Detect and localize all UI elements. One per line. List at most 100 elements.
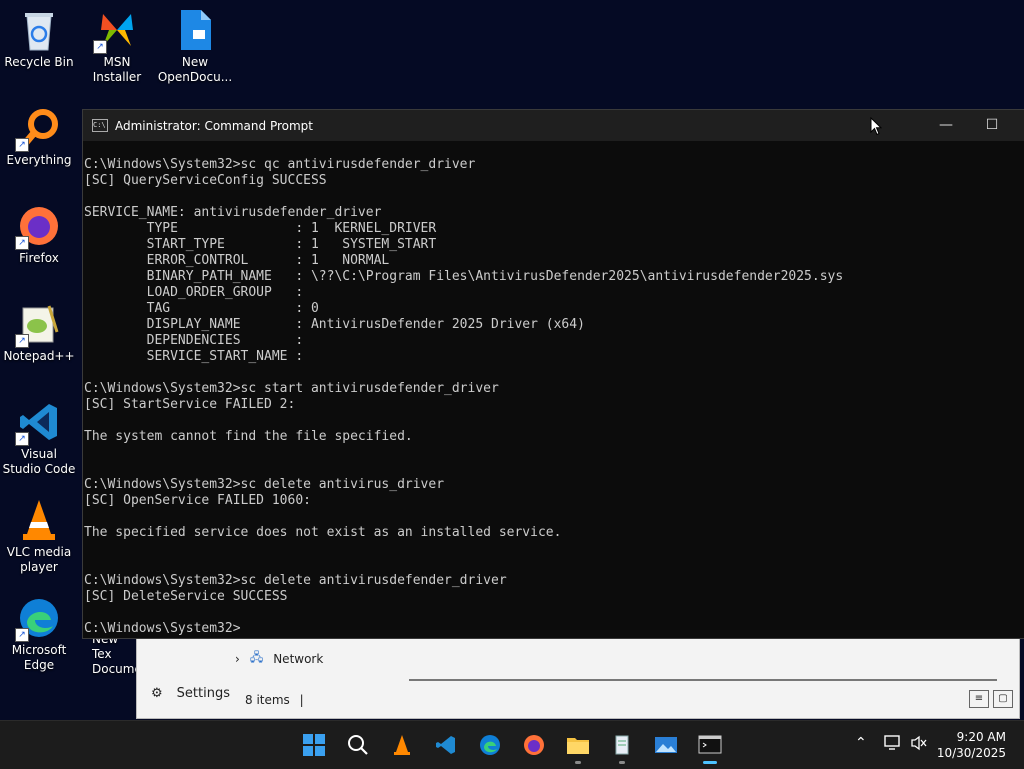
magnifier-icon: ↗ bbox=[15, 106, 61, 152]
console-line: SERVICE_NAME: antivirusdefender_driver bbox=[84, 205, 382, 220]
maximize-button[interactable]: ☐ bbox=[969, 110, 1015, 141]
horizontal-scrollbar[interactable] bbox=[409, 679, 997, 681]
desktop-icon-label: Notepad++ bbox=[3, 349, 75, 363]
desktop-icon-label: Firefox bbox=[19, 251, 59, 265]
console-line: START_TYPE : 1 SYSTEM_START bbox=[84, 237, 437, 252]
nav-item-label: Network bbox=[273, 651, 324, 666]
taskbar: ⌃ 9:20 AM 10/30/2025 bbox=[0, 720, 1024, 769]
notepad-icon bbox=[615, 735, 629, 755]
status-item-count: 8 items | bbox=[245, 693, 304, 707]
taskbar-firefox[interactable] bbox=[518, 730, 550, 760]
desktop-icon-label: New OpenDocu... bbox=[157, 55, 233, 84]
chevron-right-icon[interactable]: › bbox=[235, 652, 240, 666]
running-indicator bbox=[619, 761, 625, 764]
desktop-icon-label: Everything bbox=[6, 153, 72, 167]
shortcut-arrow-icon: ↗ bbox=[15, 334, 29, 348]
shortcut-arrow-icon: ↗ bbox=[15, 138, 29, 152]
folder-icon bbox=[567, 738, 589, 754]
taskbar-vscode[interactable] bbox=[430, 730, 462, 760]
console-line: [SC] StartService FAILED 2: bbox=[84, 397, 296, 412]
desktop-icon-recycle-bin[interactable]: Recycle Bin bbox=[1, 2, 77, 70]
console-line: [SC] QueryServiceConfig SUCCESS bbox=[84, 173, 327, 188]
minimize-button[interactable]: — bbox=[923, 110, 969, 141]
firefox-icon: ↗ bbox=[15, 204, 61, 250]
recycle-bin-icon bbox=[17, 8, 61, 52]
desktop-icon-notepad-plus-plus[interactable]: ↗ Notepad++ bbox=[1, 296, 77, 364]
shortcut-arrow-icon: ↗ bbox=[15, 236, 29, 250]
vlc-cone-icon bbox=[17, 498, 61, 542]
console-line: The system cannot find the file specifie… bbox=[84, 429, 413, 444]
console-line: C:\Windows\System32> bbox=[84, 621, 241, 636]
clock-time: 9:20 AM bbox=[956, 730, 1006, 744]
desktop-icon-label: Visual Studio Code bbox=[2, 447, 76, 476]
desktop-icon-label: Microsoft Edge bbox=[11, 643, 67, 672]
settings-button[interactable]: ⚙ Settings bbox=[151, 686, 230, 701]
desktop-icon-msn-installer[interactable]: ↗ MSN Installer bbox=[79, 2, 155, 85]
desktop-icon-new-opendocument[interactable]: New OpenDocu... bbox=[157, 2, 233, 85]
firefox-icon bbox=[524, 735, 544, 755]
command-prompt-window[interactable]: C:\ Administrator: Command Prompt — ☐ C:… bbox=[82, 109, 1024, 639]
view-toggle: ≡ ▢ bbox=[969, 690, 1013, 708]
shortcut-arrow-icon: ↗ bbox=[93, 40, 107, 54]
notepad-plus-plus-icon: ↗ bbox=[15, 302, 61, 348]
active-indicator bbox=[703, 761, 717, 764]
msn-butterfly-icon: ↗ bbox=[93, 8, 139, 54]
console-line: TYPE : 1 KERNEL_DRIVER bbox=[84, 221, 437, 236]
windows-logo-icon bbox=[303, 734, 325, 756]
volume-muted-icon[interactable] bbox=[910, 735, 928, 755]
system-clock[interactable]: 9:20 AM 10/30/2025 bbox=[937, 729, 1006, 761]
taskbar-vlc[interactable] bbox=[386, 730, 418, 760]
search-icon bbox=[348, 735, 368, 755]
nav-pane-network[interactable]: › 🖧 Network bbox=[235, 648, 323, 669]
file-explorer-window: › 🖧 Network ⚙ Settings 8 items | ≡ ▢ bbox=[136, 637, 1020, 719]
taskbar-edge[interactable] bbox=[474, 730, 506, 760]
console-line: C:\Windows\System32>sc delete antivirus_… bbox=[84, 477, 445, 492]
desktop-icon-label: Recycle Bin bbox=[4, 55, 74, 69]
edge-icon bbox=[480, 735, 500, 755]
title-bar[interactable]: C:\ Administrator: Command Prompt — ☐ bbox=[83, 110, 1024, 141]
console-line: C:\Windows\System32>sc delete antivirusd… bbox=[84, 573, 507, 588]
desktop-icon-firefox[interactable]: ↗ Firefox bbox=[1, 198, 77, 266]
chevron-up-icon[interactable]: ⌃ bbox=[855, 735, 867, 751]
taskbar-file-explorer[interactable] bbox=[562, 730, 594, 764]
tiles-view-icon[interactable]: ▢ bbox=[993, 690, 1013, 708]
shortcut-arrow-icon: ↗ bbox=[15, 432, 29, 446]
window-title: Administrator: Command Prompt bbox=[115, 118, 313, 133]
console-line: SERVICE_START_NAME : bbox=[84, 349, 304, 364]
console-line: The specified service does not exist as … bbox=[84, 525, 562, 540]
item-count-text: 8 items bbox=[245, 693, 290, 707]
running-indicator bbox=[575, 761, 581, 764]
console-line: LOAD_ORDER_GROUP : bbox=[84, 285, 304, 300]
search-button[interactable] bbox=[342, 730, 374, 760]
console-line: C:\Windows\System32>sc start antivirusde… bbox=[84, 381, 499, 396]
network-status-icon[interactable] bbox=[884, 735, 902, 755]
desktop-icon-vscode[interactable]: ↗ Visual Studio Code bbox=[1, 394, 77, 477]
photos-icon bbox=[655, 737, 677, 753]
edge-icon: ↗ bbox=[15, 596, 61, 642]
taskbar-photos[interactable] bbox=[650, 730, 682, 760]
console-line: [SC] OpenService FAILED 1060: bbox=[84, 493, 311, 508]
details-view-icon[interactable]: ≡ bbox=[969, 690, 989, 708]
gear-icon: ⚙ bbox=[151, 686, 163, 701]
desktop-icon-vlc[interactable]: VLC media player bbox=[1, 492, 77, 575]
console-output[interactable]: C:\Windows\System32>sc qc antivirusdefen… bbox=[83, 141, 1024, 637]
terminal-icon bbox=[698, 735, 722, 754]
desktop-icon-edge[interactable]: ↗ Microsoft Edge bbox=[1, 590, 77, 673]
console-line: C:\Windows\System32>sc qc antivirusdefen… bbox=[84, 157, 476, 172]
taskbar-notepad[interactable] bbox=[606, 730, 638, 764]
desktop-icon-label: VLC media player bbox=[6, 545, 72, 574]
desktop-icon-label: MSN Installer bbox=[92, 55, 142, 84]
vscode-icon bbox=[436, 736, 455, 754]
desktop-icon-everything[interactable]: ↗ Everything bbox=[1, 100, 77, 168]
start-button[interactable] bbox=[298, 730, 330, 760]
console-line: BINARY_PATH_NAME : \??\C:\Program Files\… bbox=[84, 269, 844, 284]
clock-date: 10/30/2025 bbox=[936, 746, 1006, 760]
console-line: DISPLAY_NAME : AntivirusDefender 2025 Dr… bbox=[84, 317, 585, 332]
taskbar-terminal[interactable] bbox=[694, 730, 726, 764]
